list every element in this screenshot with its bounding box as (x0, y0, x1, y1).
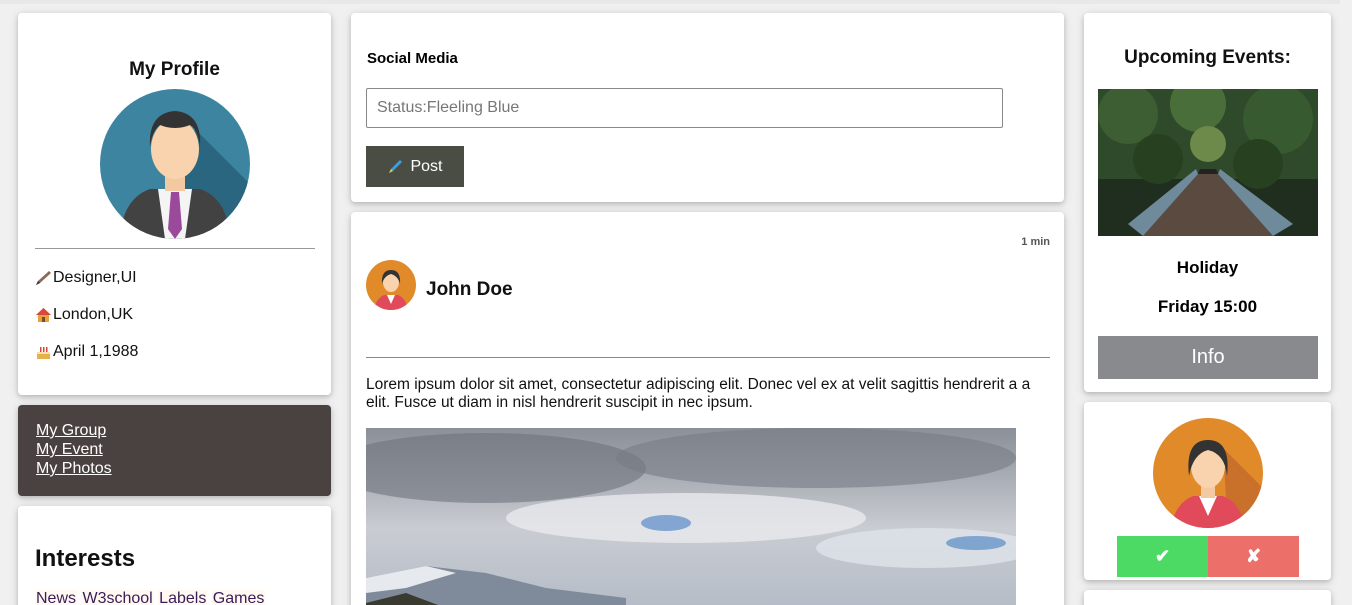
female-avatar-image (1153, 418, 1263, 528)
interest-tag[interactable]: News (35, 590, 78, 605)
events-card: Upcoming Events: Holiday Friday 15:00 In… (1084, 13, 1331, 392)
interests-card: Interests News W3school Labels Games (18, 506, 331, 605)
interest-tag[interactable]: Labels (158, 590, 208, 605)
home-icon (36, 308, 51, 322)
post-time: 1 min (1021, 236, 1050, 248)
birthday-text: April 1,1988 (53, 343, 139, 360)
male-avatar-image (100, 89, 250, 239)
profile-card: My Profile Designer,UI London,UK April 1… (18, 13, 331, 395)
female-avatar-image (366, 260, 416, 310)
location-text: London,UK (53, 306, 134, 323)
event-forest-bridge-photo (1098, 89, 1318, 236)
interests-title: Interests (35, 545, 136, 572)
event-time: Friday 15:00 (1157, 297, 1258, 316)
decline-button[interactable]: ✘ (1208, 536, 1299, 577)
post-text: Lorem ipsum dolor sit amet, consectetur … (366, 376, 1031, 411)
events-title: Upcoming Events: (1124, 47, 1291, 68)
interest-tag[interactable]: W3school (81, 590, 154, 605)
post-author[interactable]: John Doe (426, 279, 513, 301)
birthday-cake-icon (37, 347, 50, 359)
my-event-link[interactable]: My Event (36, 440, 313, 459)
interest-tag[interactable]: Games (211, 590, 266, 605)
job-row: Designer,UI (35, 269, 137, 287)
links-panel: My Group My Event My Photos (18, 405, 331, 496)
compose-card: Social Media Post (351, 13, 1064, 202)
next-card (1084, 590, 1331, 605)
pen-icon (389, 159, 403, 173)
status-input[interactable] (366, 88, 1003, 128)
interests-tags: News W3school Labels Games (35, 590, 266, 605)
job-text: Designer,UI (53, 269, 137, 286)
event-name: Holiday (1176, 258, 1239, 277)
post-divider (366, 357, 1050, 358)
post-landscape-photo (366, 428, 1016, 605)
profile-divider (35, 248, 315, 249)
birthday-row: April 1,1988 (35, 343, 138, 361)
pen-icon (36, 271, 51, 285)
my-group-link[interactable]: My Group (36, 421, 313, 440)
profile-title: My Profile (129, 59, 220, 80)
top-border (0, 0, 1340, 4)
accept-button[interactable]: ✔ (1117, 536, 1208, 577)
post-button-label: Post (410, 157, 443, 175)
location-row: London,UK (35, 306, 133, 324)
my-photos-link[interactable]: My Photos (36, 459, 313, 478)
friend-request-card: ✔ ✘ (1084, 402, 1331, 580)
info-button[interactable]: Info (1098, 336, 1318, 379)
post-card: 1 min John Doe Lorem ipsum dolor sit ame… (351, 212, 1064, 605)
post-button[interactable]: Post (366, 146, 464, 187)
compose-title: Social Media (367, 50, 458, 67)
